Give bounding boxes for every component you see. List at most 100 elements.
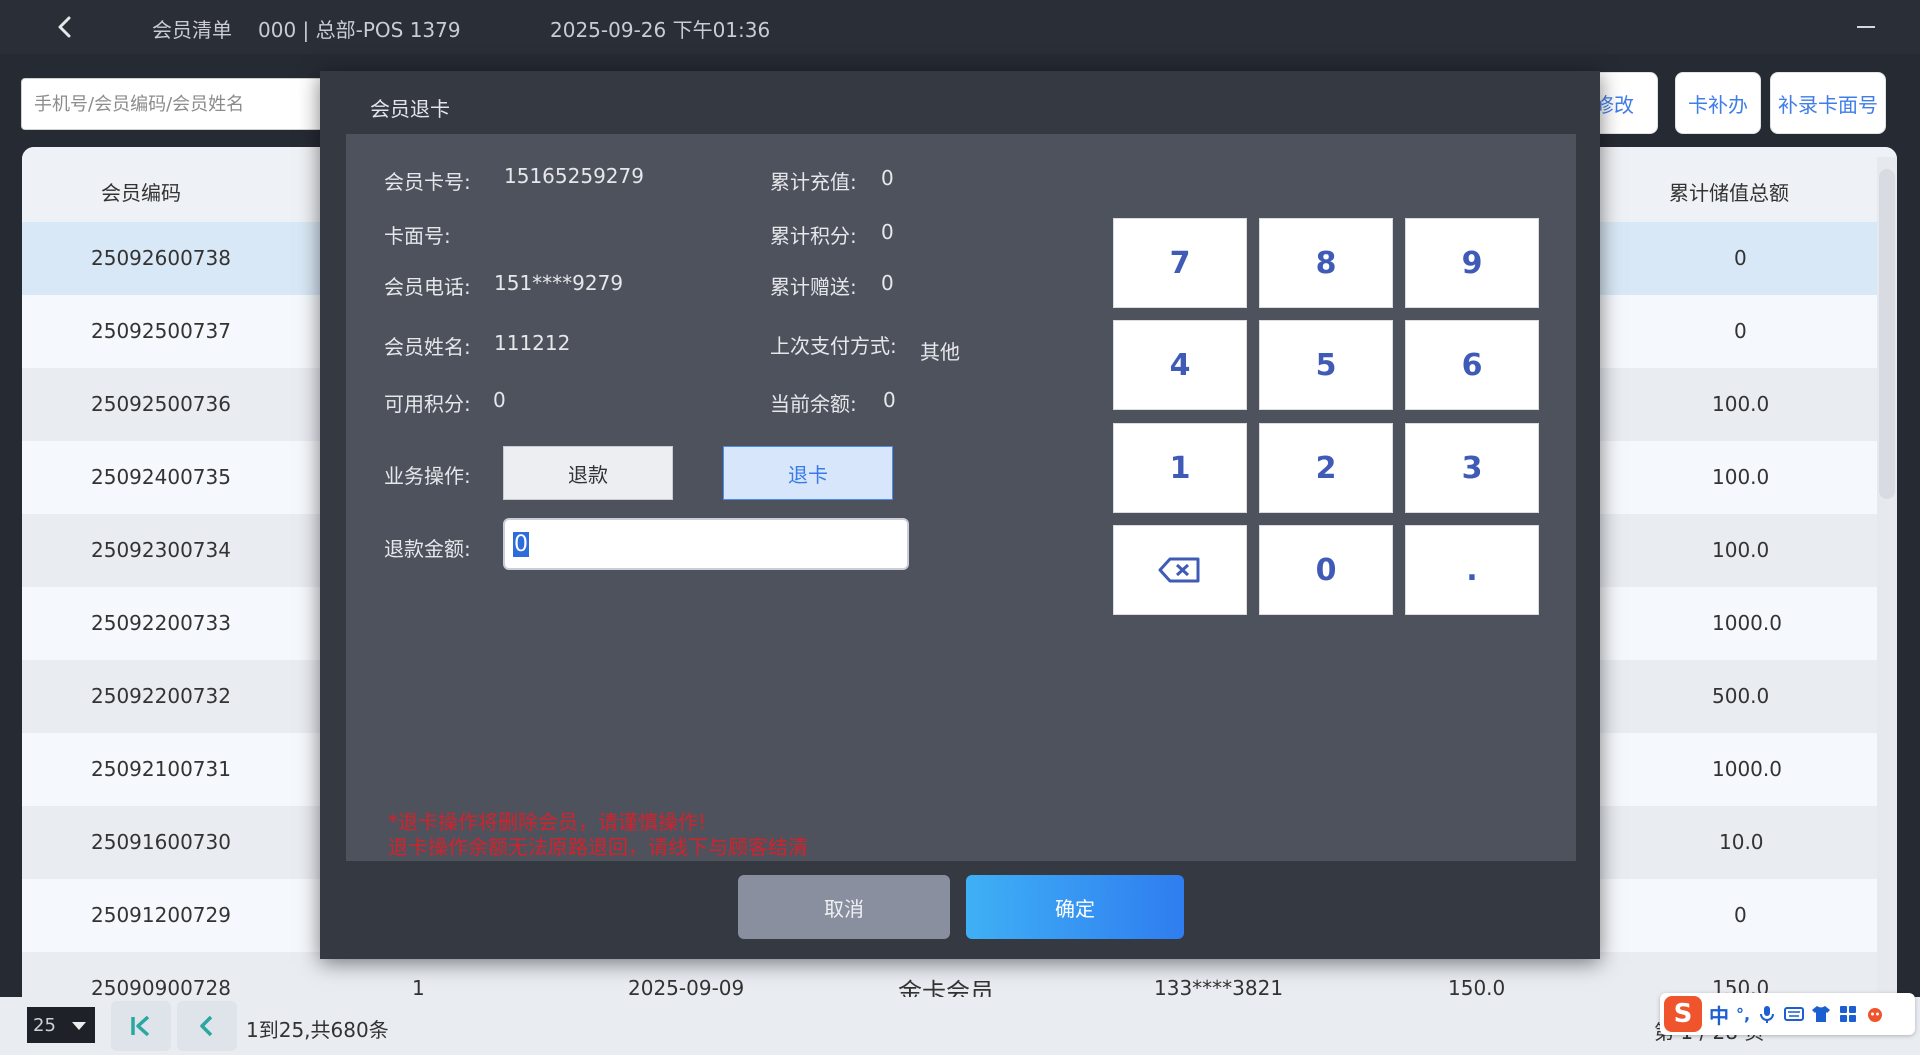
keypad-key-7[interactable]: 7 xyxy=(1113,218,1247,308)
cell-total-stored: 1000.0 xyxy=(1712,611,1782,635)
keypad-digit: . xyxy=(1466,552,1478,588)
table-scrollbar[interactable] xyxy=(1877,157,1897,997)
keypad-key-backspace[interactable] xyxy=(1113,525,1247,615)
keypad-key-4[interactable]: 4 xyxy=(1113,320,1247,410)
cancel-button[interactable]: 取消 xyxy=(738,875,950,939)
prev-page-button[interactable] xyxy=(177,1001,237,1051)
cell-code: 25092500737 xyxy=(91,319,231,343)
page-size-value: 25 xyxy=(33,1014,56,1036)
phone-value: 151****9279 xyxy=(494,271,624,295)
keypad-key-8[interactable]: 8 xyxy=(1259,218,1393,308)
add-card-face-button[interactable]: 补录卡面号 xyxy=(1770,72,1886,134)
keypad-key-1[interactable]: 1 xyxy=(1113,423,1247,513)
cell-balance: 150.0 xyxy=(1448,976,1506,997)
ime-punct-toggle[interactable]: °, xyxy=(1736,1005,1750,1024)
sogou-logo-icon[interactable]: S xyxy=(1664,996,1702,1032)
mascot-icon[interactable] xyxy=(1865,1004,1885,1024)
cell-level: 金卡会员 xyxy=(898,978,994,997)
chevron-left-icon[interactable] xyxy=(52,14,78,40)
keypad-digit: 7 xyxy=(1169,245,1191,281)
cancel-button-label: 取消 xyxy=(824,896,864,921)
scrollbar-thumb[interactable] xyxy=(1879,169,1895,499)
keypad-digit: 6 xyxy=(1461,347,1483,383)
keypad-digit: 5 xyxy=(1315,347,1337,383)
card-no-value: 15165259279 xyxy=(504,164,644,188)
cell-total-stored: 100.0 xyxy=(1712,538,1770,562)
cell-total-stored: 0 xyxy=(1734,903,1747,927)
page-title: 会员清单 xyxy=(152,18,232,42)
keypad-key-9[interactable]: 9 xyxy=(1405,218,1539,308)
cell-code: 25092300734 xyxy=(91,538,231,562)
cell-code: 25092100731 xyxy=(91,757,231,781)
card-reissue-label: 卡补办 xyxy=(1688,92,1748,117)
refund-amount-input[interactable]: 0 xyxy=(503,518,909,570)
keypad-key-2[interactable]: 2 xyxy=(1259,423,1393,513)
page-size-select[interactable]: 25 xyxy=(27,1007,95,1043)
cell-col2: 1 xyxy=(412,976,425,997)
skin-shirt-icon[interactable] xyxy=(1811,1004,1831,1024)
confirm-button[interactable]: 确定 xyxy=(966,875,1184,939)
backspace-icon xyxy=(1158,557,1200,583)
keypad-key-dot[interactable]: . xyxy=(1405,525,1539,615)
cell-total-stored: 1000.0 xyxy=(1712,757,1782,781)
keypad-key-0[interactable]: 0 xyxy=(1259,525,1393,615)
refund-amount-value: 0 xyxy=(513,531,529,557)
datetime: 2025-09-26 下午01:36 xyxy=(550,18,771,42)
keypad-digit: 1 xyxy=(1169,450,1191,486)
keypad-digit: 8 xyxy=(1315,245,1337,281)
dialog-title: 会员退卡 xyxy=(370,97,450,121)
total-gift-value: 0 xyxy=(881,271,894,295)
card-reissue-button[interactable]: 卡补办 xyxy=(1675,72,1761,134)
store-info: 000 | 总部-POS 1379 xyxy=(258,18,461,42)
keypad-digit: 4 xyxy=(1169,347,1191,383)
total-points-value: 0 xyxy=(881,220,894,244)
cancel-card-option-label: 退卡 xyxy=(788,462,828,487)
column-header-code: 会员编码 xyxy=(101,181,181,205)
pager-bar: 25 1到25,共680条 第 1 / 28 页 xyxy=(0,997,1920,1055)
keyboard-icon[interactable] xyxy=(1784,1004,1805,1024)
keypad-key-6[interactable]: 6 xyxy=(1405,320,1539,410)
search-input[interactable] xyxy=(21,78,361,130)
cell-total-stored: 100.0 xyxy=(1712,392,1770,416)
name-value: 111212 xyxy=(494,331,571,355)
operation-label: 业务操作: xyxy=(384,464,471,488)
keypad-key-3[interactable]: 3 xyxy=(1405,423,1539,513)
warning-text-2: 退卡操作余额无法原路退回，请线下与顾客结清 xyxy=(388,835,808,859)
keypad-digit: 3 xyxy=(1461,450,1483,486)
cell-code: 25091200729 xyxy=(91,903,231,927)
cell-code: 25092500736 xyxy=(91,392,231,416)
last-pay-label: 上次支付方式: xyxy=(770,334,897,358)
cell-total-stored: 10.0 xyxy=(1719,830,1764,854)
refund-option-button[interactable]: 退款 xyxy=(503,446,673,500)
dialog-body: 会员卡号: 15165259279 卡面号: 会员电话: 151****9279… xyxy=(346,134,1576,861)
points-avail-label: 可用积分: xyxy=(384,392,471,416)
cell-code: 25092600738 xyxy=(91,246,231,270)
cell-code: 25092200732 xyxy=(91,684,231,708)
microphone-icon[interactable] xyxy=(1757,1004,1777,1024)
cell-total-stored: 100.0 xyxy=(1712,465,1770,489)
cell-code: 25092400735 xyxy=(91,465,231,489)
caret-down-icon xyxy=(72,1022,86,1030)
keypad-digit: 0 xyxy=(1315,552,1337,588)
cancel-card-option-button[interactable]: 退卡 xyxy=(723,446,893,500)
first-page-icon xyxy=(131,1015,150,1037)
first-page-button[interactable] xyxy=(111,1001,171,1051)
ime-toolbar[interactable]: S 中 °, xyxy=(1660,993,1915,1035)
cell-total-stored: 0 xyxy=(1734,246,1747,270)
cell-code: 25090900728 xyxy=(91,976,231,997)
balance-value: 0 xyxy=(883,388,896,412)
cell-code: 25092200733 xyxy=(91,611,231,635)
cell-total-stored: 0 xyxy=(1734,319,1747,343)
edit-button-label: 修改 xyxy=(1594,92,1634,117)
cell-date: 2025-09-09 xyxy=(628,976,745,997)
minimize-icon[interactable] xyxy=(1857,26,1875,28)
grid-menu-icon[interactable] xyxy=(1838,1004,1858,1024)
balance-label: 当前余额: xyxy=(770,392,857,416)
card-no-label: 会员卡号: xyxy=(384,170,471,194)
total-recharge-value: 0 xyxy=(881,166,894,190)
total-gift-label: 累计赠送: xyxy=(770,275,857,299)
ime-lang-toggle[interactable]: 中 xyxy=(1709,1000,1729,1029)
chevron-left-icon xyxy=(200,1015,213,1037)
keypad-key-5[interactable]: 5 xyxy=(1259,320,1393,410)
cell-total-stored: 500.0 xyxy=(1712,684,1770,708)
